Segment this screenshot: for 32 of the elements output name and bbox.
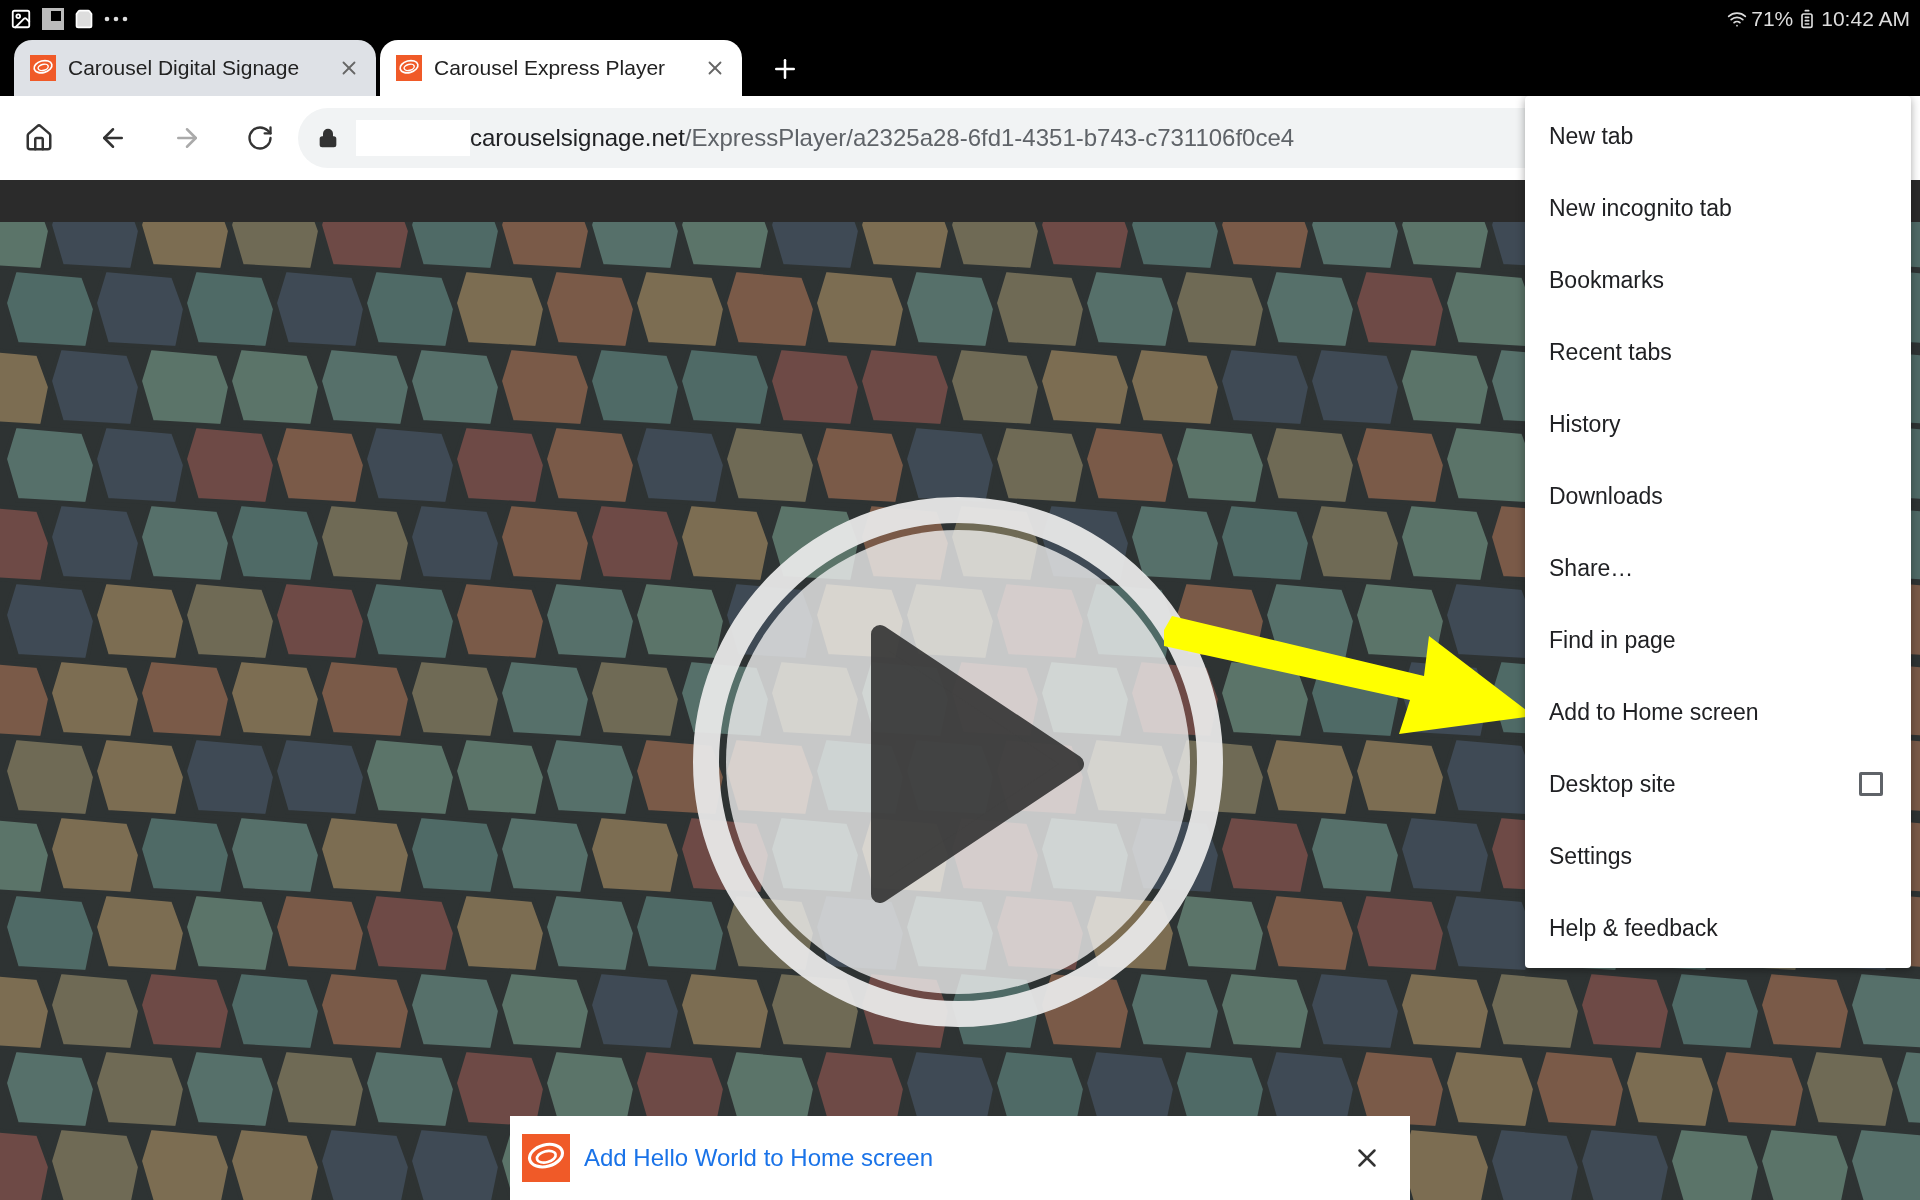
app-notification-icon bbox=[42, 8, 64, 30]
home-icon[interactable] bbox=[24, 123, 54, 153]
menu-item[interactable]: Desktop site bbox=[1525, 748, 1911, 820]
menu-item[interactable]: Help & feedback bbox=[1525, 892, 1911, 964]
swirl-logo-icon bbox=[396, 55, 422, 81]
menu-item[interactable]: New incognito tab bbox=[1525, 172, 1911, 244]
tab-title: Carousel Digital Signage bbox=[68, 55, 301, 82]
browser-tab[interactable]: Carousel Express Player bbox=[380, 40, 742, 96]
image-icon bbox=[10, 8, 32, 30]
swirl-logo-icon bbox=[522, 1134, 570, 1182]
url-text: carouselsignage.net/ExpressPlayer/a2325a28-6fd1-4351-b743-c731106f0ce4 bbox=[470, 123, 1295, 153]
menu-item[interactable]: Recent tabs bbox=[1525, 316, 1911, 388]
menu-item[interactable]: Share… bbox=[1525, 532, 1911, 604]
play-button[interactable] bbox=[690, 494, 1226, 1030]
checkbox[interactable] bbox=[1859, 772, 1883, 796]
menu-item[interactable]: Find in page bbox=[1525, 604, 1911, 676]
tab-title: Carousel Express Player bbox=[434, 55, 667, 82]
menu-item[interactable]: History bbox=[1525, 388, 1911, 460]
menu-item[interactable]: Settings bbox=[1525, 820, 1911, 892]
banner-link[interactable]: Add Hello World to Home screen bbox=[584, 1140, 1338, 1176]
menu-item[interactable]: Add to Home screen bbox=[1525, 676, 1911, 748]
battery-percent: 71% bbox=[1751, 6, 1794, 33]
menu-item[interactable]: Downloads bbox=[1525, 460, 1911, 532]
lock-icon bbox=[318, 128, 338, 148]
swirl-logo-icon bbox=[30, 55, 56, 81]
wifi-icon bbox=[1727, 9, 1748, 29]
reload-icon[interactable] bbox=[246, 124, 274, 152]
bag-icon bbox=[74, 9, 94, 29]
browser-tab[interactable]: Carousel Digital Signage bbox=[14, 40, 376, 96]
more-dots-icon bbox=[104, 16, 128, 22]
menu-item[interactable]: Bookmarks bbox=[1525, 244, 1911, 316]
clock-time: 10:42 AM bbox=[1821, 6, 1910, 33]
